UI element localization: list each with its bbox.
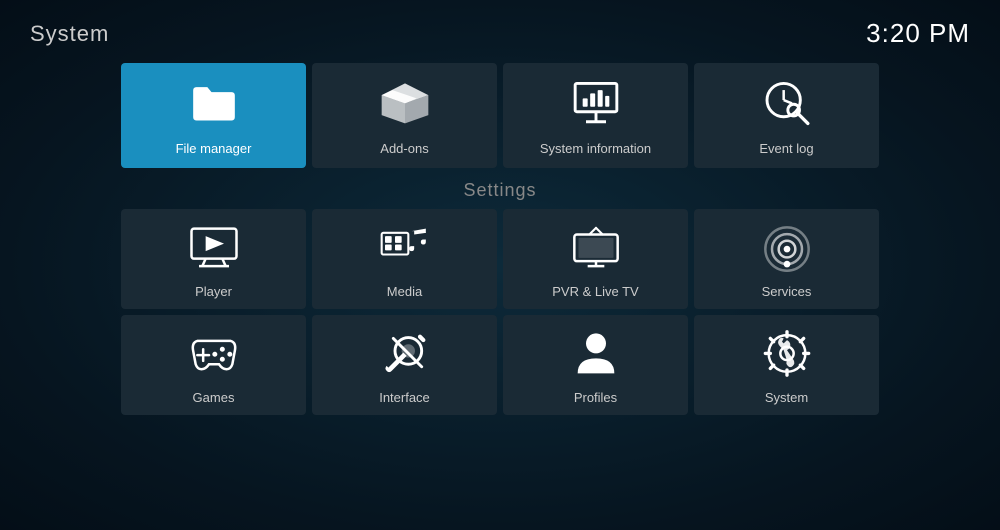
tile-services[interactable]: Services — [694, 209, 879, 309]
clock: 3:20 PM — [866, 18, 970, 49]
tile-event-log[interactable]: Event log — [694, 63, 879, 168]
settings-section: Settings Player — [0, 180, 1000, 415]
person-icon — [566, 325, 626, 380]
event-log-label: Event log — [759, 141, 813, 156]
media-icon — [375, 219, 435, 274]
wrench-pencil-icon — [375, 325, 435, 380]
box-icon — [375, 76, 435, 131]
tile-media[interactable]: Media — [312, 209, 497, 309]
tile-games[interactable]: Games — [121, 315, 306, 415]
tv-icon — [566, 219, 626, 274]
player-label: Player — [195, 284, 232, 299]
settings-row-1: Player Media — [0, 209, 1000, 309]
media-label: Media — [387, 284, 422, 299]
clock-search-icon — [757, 76, 817, 131]
tile-player[interactable]: Player — [121, 209, 306, 309]
tile-add-ons[interactable]: Add-ons — [312, 63, 497, 168]
tile-file-manager[interactable]: File manager — [121, 63, 306, 168]
add-ons-label: Add-ons — [380, 141, 428, 156]
file-manager-label: File manager — [176, 141, 252, 156]
tile-system[interactable]: System — [694, 315, 879, 415]
tile-pvr-live-tv[interactable]: PVR & Live TV — [503, 209, 688, 309]
gear-tools-icon — [757, 325, 817, 380]
pvr-live-tv-label: PVR & Live TV — [552, 284, 638, 299]
interface-label: Interface — [379, 390, 430, 405]
gamepad-icon — [184, 325, 244, 380]
page-title: System — [30, 21, 109, 47]
settings-row-2: Games Interface — [0, 315, 1000, 415]
top-navigation-row: File manager Add-ons — [0, 63, 1000, 168]
system-information-label: System information — [540, 141, 651, 156]
profiles-label: Profiles — [574, 390, 617, 405]
folder-icon — [184, 76, 244, 131]
tile-profiles[interactable]: Profiles — [503, 315, 688, 415]
tile-interface[interactable]: Interface — [312, 315, 497, 415]
header: System 3:20 PM — [0, 0, 1000, 59]
settings-title: Settings — [0, 180, 1000, 201]
presentation-icon — [566, 76, 626, 131]
services-label: Services — [762, 284, 812, 299]
games-label: Games — [193, 390, 235, 405]
tile-system-information[interactable]: System information — [503, 63, 688, 168]
rss-icon — [757, 219, 817, 274]
monitor-play-icon — [184, 219, 244, 274]
system-label: System — [765, 390, 808, 405]
